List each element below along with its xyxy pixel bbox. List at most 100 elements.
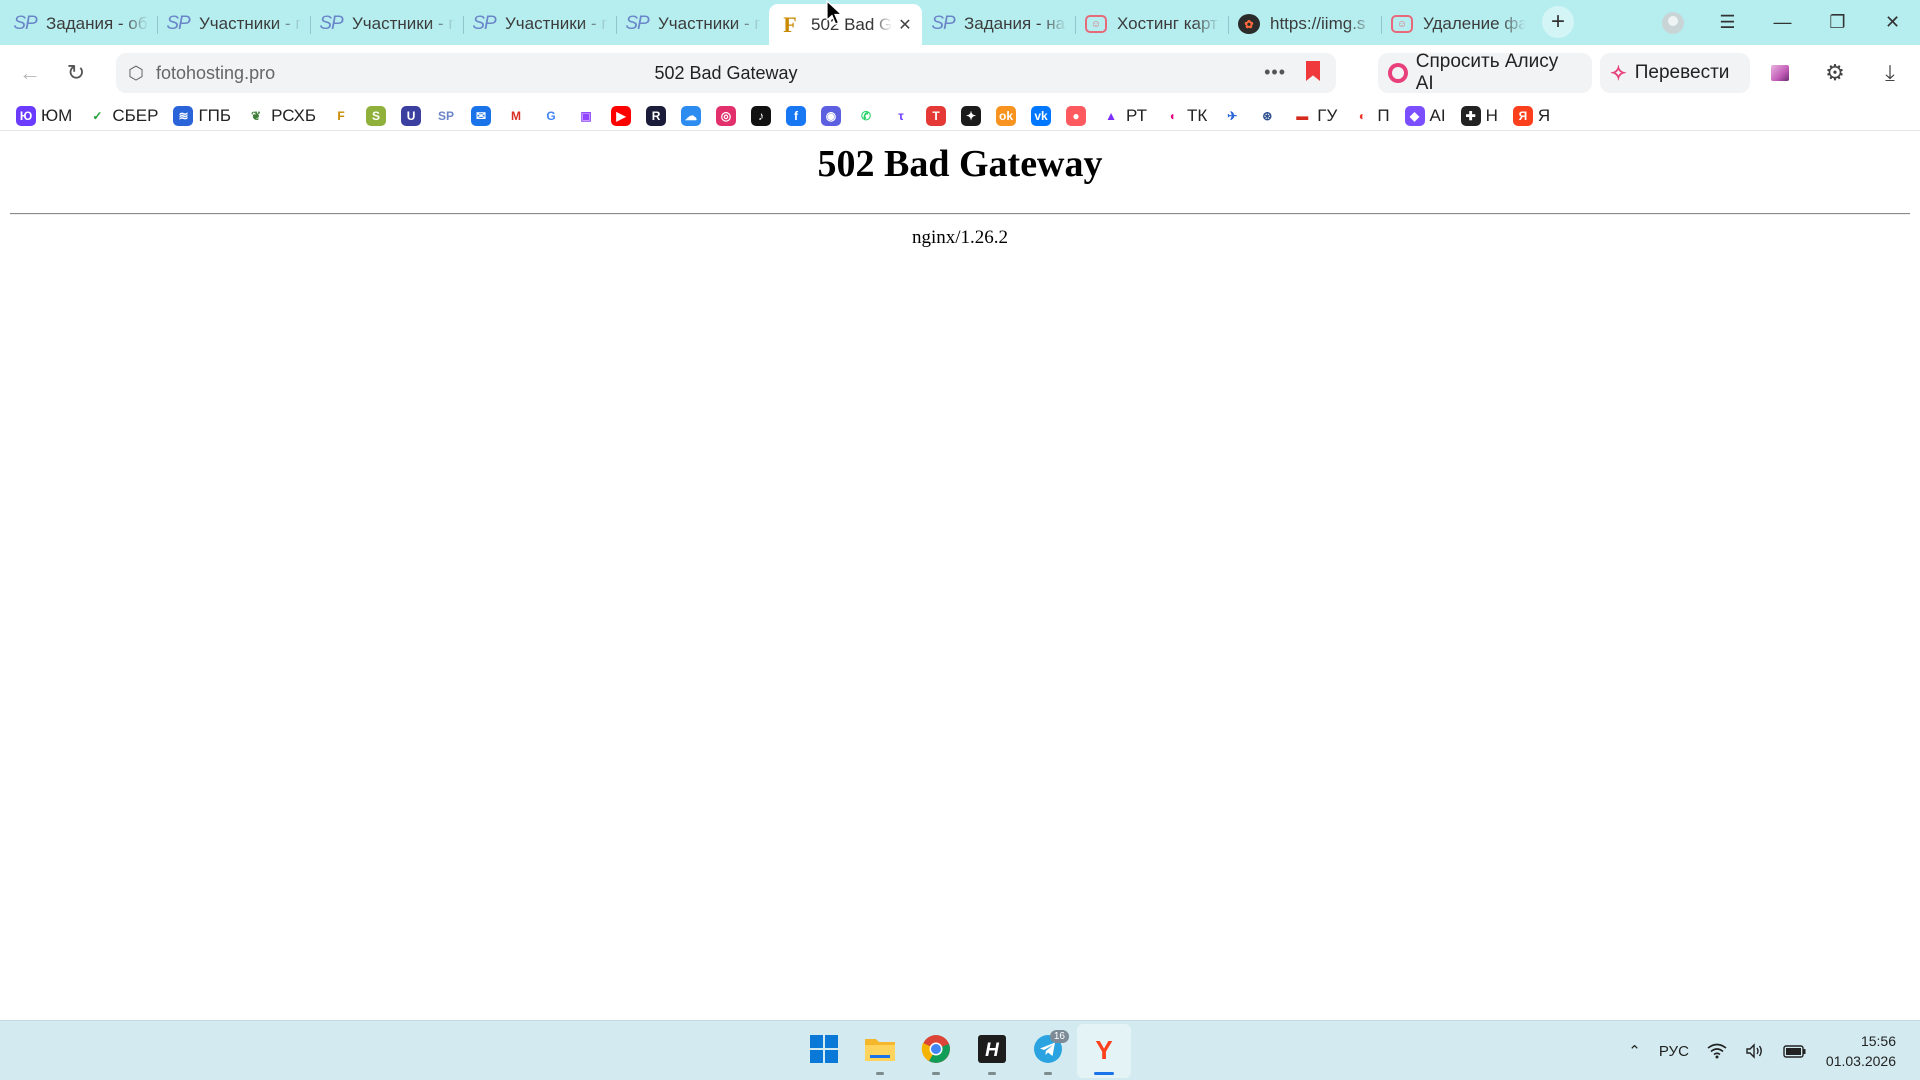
- minimize-button[interactable]: —: [1755, 0, 1810, 45]
- clock-time: 15:56: [1860, 1033, 1896, 1049]
- h-app-icon: H: [977, 1034, 1007, 1069]
- battery-button[interactable]: [1774, 1021, 1816, 1080]
- tab-strip: SP Задания - об SP Участники - г SP Участники…: [0, 0, 1920, 45]
- bookmark-item[interactable]: T: [926, 103, 947, 129]
- tab-title: Участники - г: [199, 14, 302, 33]
- bookmark-item[interactable]: ok: [996, 103, 1017, 129]
- yandex-icon: Y: [1089, 1034, 1119, 1069]
- bookmark-item[interactable]: ▶: [611, 103, 632, 129]
- bookmark-item[interactable]: ●: [1066, 103, 1087, 129]
- bookmark-icon[interactable]: [1306, 61, 1320, 81]
- bookmark-item[interactable]: SP: [436, 103, 457, 129]
- taskbar-app-start[interactable]: [797, 1024, 851, 1078]
- bookmark-item[interactable]: U: [401, 103, 422, 129]
- taskbar-app-yandex[interactable]: Y: [1077, 1024, 1131, 1078]
- bookmark-item[interactable]: ✈: [1222, 103, 1243, 129]
- bookmark-item[interactable]: vk: [1031, 103, 1052, 129]
- bookmark-item[interactable]: ▣: [576, 103, 597, 129]
- bookmark-item[interactable]: ≋ ГПБ: [173, 103, 231, 129]
- tab[interactable]: SP Участники - г: [463, 4, 616, 44]
- bookmark-item[interactable]: ✉: [471, 103, 492, 129]
- image-tool-button[interactable]: [1760, 53, 1800, 93]
- taskbar-app-telegram[interactable]: 16: [1021, 1024, 1075, 1078]
- bookmark-item[interactable]: Ю ЮМ: [16, 103, 72, 129]
- profile-button[interactable]: [1645, 0, 1700, 45]
- ask-alice-button[interactable]: Спросить Алису AI: [1378, 51, 1592, 94]
- taskbar-app-chrome[interactable]: [909, 1024, 963, 1078]
- back-button[interactable]: ←: [10, 53, 50, 93]
- bookmark-favicon-icon: ≋: [173, 105, 194, 126]
- download-icon: ⤓: [1885, 60, 1895, 85]
- restore-button[interactable]: ❐: [1810, 0, 1865, 45]
- bookmark-item[interactable]: F: [331, 103, 352, 129]
- reload-button[interactable]: ↻: [56, 53, 96, 93]
- bookmark-item[interactable]: ◎: [716, 103, 737, 129]
- tab-active[interactable]: F 502 Bad Gateway✕: [769, 4, 922, 45]
- bookmark-item[interactable]: ♪: [751, 103, 772, 129]
- tab[interactable]: ✿ https://iimg.s: [1228, 4, 1381, 44]
- tab[interactable]: SP Участники - г: [157, 4, 310, 44]
- bookmark-item[interactable]: R: [646, 103, 667, 129]
- menu-button[interactable]: ☰: [1700, 0, 1755, 45]
- taskbar-app-explorer[interactable]: [853, 1024, 907, 1078]
- bookmark-favicon-icon: ◉: [821, 105, 842, 126]
- bookmark-label: ЮМ: [41, 105, 73, 125]
- bookmark-favicon-icon: ☁: [681, 105, 702, 126]
- bookmarks-bar: Ю ЮМ ✓ СБЕР ≋ ГПБ ❦ РСХБ F S U SP ✉ M G ▣ ▶ R ☁ ◎ ♪ f ◉ ✆ τ T ✦ ok v…: [0, 101, 1920, 131]
- bookmark-item[interactable]: ☁: [681, 103, 702, 129]
- puzzle-icon: ⚙: [1825, 60, 1845, 85]
- bookmark-item[interactable]: ⊛: [1257, 103, 1278, 129]
- clock[interactable]: 15:56 01.03.2026: [1816, 1021, 1920, 1080]
- running-indicator: [1094, 1072, 1114, 1075]
- bookmark-item[interactable]: f: [786, 103, 807, 129]
- bookmark-item[interactable]: ◖ ТК: [1162, 103, 1207, 129]
- bookmark-item[interactable]: ❦ РСХБ: [246, 103, 316, 129]
- bookmark-favicon-icon: ▬: [1292, 105, 1313, 126]
- extensions-button[interactable]: ⚙: [1815, 53, 1855, 93]
- bookmark-item[interactable]: ◉: [821, 103, 842, 129]
- translate-button[interactable]: ✧ Перевести: [1600, 53, 1750, 93]
- bookmark-favicon-icon: ✚: [1460, 105, 1481, 126]
- tab[interactable]: SP Участники - г: [310, 4, 463, 44]
- bookmark-favicon-icon: ❦: [246, 105, 267, 126]
- tab[interactable]: SP Задания - на: [922, 4, 1075, 44]
- more-icon[interactable]: •••: [1264, 62, 1286, 83]
- volume-button[interactable]: [1736, 1021, 1774, 1080]
- tab[interactable]: SP Участники - г: [616, 4, 769, 44]
- tab[interactable]: ☺ Хостинг карт: [1075, 4, 1228, 44]
- bookmark-item[interactable]: ✦: [961, 103, 982, 129]
- hamburger-icon: ☰: [1719, 12, 1736, 32]
- network-button[interactable]: [1698, 1021, 1736, 1080]
- bookmark-item[interactable]: τ: [891, 103, 912, 129]
- bookmark-item[interactable]: ✓ СБЕР: [87, 103, 158, 129]
- running-indicator: [1044, 1072, 1052, 1075]
- downloads-button[interactable]: ⤓: [1870, 53, 1910, 93]
- bookmark-favicon-icon: ◖: [1162, 105, 1182, 126]
- bookmark-item[interactable]: ✚ Н: [1460, 103, 1498, 129]
- bookmark-item[interactable]: ЯЯ: [1512, 103, 1550, 129]
- bookmark-item[interactable]: S: [366, 103, 387, 129]
- bookmark-favicon-icon: ⊛: [1257, 105, 1278, 126]
- close-window-button[interactable]: ✕: [1865, 0, 1920, 45]
- server-signature: nginx/1.26.2: [911, 227, 1009, 248]
- address-bar[interactable]: ⬡ fotohosting.pro 502 Bad Gateway •••: [116, 53, 1336, 93]
- bookmark-item[interactable]: G: [541, 103, 562, 129]
- new-tab-button[interactable]: +: [1542, 6, 1574, 38]
- tray-overflow-button[interactable]: ⌃: [1619, 1021, 1650, 1080]
- bookmark-item[interactable]: M: [506, 103, 527, 129]
- bookmark-item[interactable]: ◐ П: [1352, 103, 1390, 129]
- tab[interactable]: ☺ Удаление фа: [1381, 4, 1534, 44]
- tab[interactable]: SP Задания - об: [4, 4, 157, 44]
- tab-close-icon[interactable]: ✕: [896, 16, 914, 34]
- bookmark-favicon-icon: ▶: [611, 105, 632, 126]
- bookmark-item[interactable]: ✆: [856, 103, 877, 129]
- bookmark-item[interactable]: ◆ AI: [1404, 103, 1446, 129]
- restore-icon: ❐: [1829, 12, 1846, 32]
- bookmark-favicon-icon: SP: [436, 105, 457, 126]
- taskbar-app-h-app[interactable]: H: [965, 1024, 1019, 1078]
- bookmark-item[interactable]: ▲ РТ: [1101, 103, 1147, 129]
- shield-icon[interactable]: ⬡: [116, 63, 156, 84]
- input-language[interactable]: РУС: [1650, 1021, 1698, 1080]
- reload-icon: ↻: [66, 60, 86, 85]
- bookmark-item[interactable]: ▬ ГУ: [1292, 103, 1337, 129]
